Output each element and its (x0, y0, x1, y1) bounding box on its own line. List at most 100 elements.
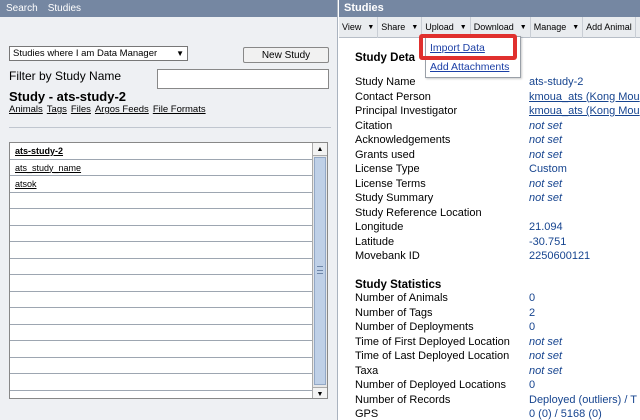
list-item[interactable] (10, 226, 313, 242)
detail-value: Custom (529, 163, 567, 175)
caret-down-icon: ▼ (519, 23, 527, 31)
detail-key: Movebank ID (355, 250, 420, 262)
detail-key: Acknowledgements (355, 134, 451, 146)
studies-list-panel: Search Studies Studies where I am Data M… (0, 0, 338, 420)
detail-row: Study Name ats-study-2 (355, 76, 640, 90)
detail-row: Time of First Deployed Location not set (355, 336, 640, 350)
add-animal-button[interactable]: Add Animal (583, 16, 636, 38)
detail-key: Study Name (355, 76, 416, 88)
detail-key: Contact Person (355, 90, 431, 103)
study-statistics-heading: Study Statistics (355, 279, 442, 291)
grip-icon (317, 266, 323, 274)
list-item[interactable] (10, 374, 313, 391)
tags-link[interactable]: Tags (47, 104, 67, 115)
study-details-heading: Study Deta (355, 52, 416, 64)
list-item[interactable] (10, 308, 313, 325)
detail-row: Number of Records Deployed (outliers) / T (355, 394, 640, 408)
list-item-label: ats_study_name (15, 162, 82, 173)
detail-row: Contact Person kmoua_ats (Kong Mou (355, 91, 640, 105)
list-item[interactable]: ats_study_name (10, 160, 313, 176)
add-animal-label: Add Animal (586, 22, 632, 32)
detail-key: License Type (355, 163, 420, 175)
download-menu-label: Download (473, 22, 514, 32)
study-sublinks: Animals Tags Files Argos Feeds File Form… (9, 104, 206, 115)
detail-value: 0 (529, 292, 536, 304)
scroll-up-icon[interactable]: ▲ (313, 143, 327, 156)
caret-down-icon: ▼ (459, 23, 467, 31)
detail-row: Movebank ID 2250600121 (355, 250, 640, 264)
scroll-thumb[interactable] (314, 157, 326, 385)
top-nav: Search Studies (0, 0, 337, 17)
detail-value: not set (529, 177, 563, 190)
detail-row: Number of Deployed Locations 0 (355, 379, 640, 393)
list-item[interactable] (10, 193, 313, 209)
list-item[interactable] (10, 341, 313, 358)
detail-key: Longitude (355, 221, 404, 233)
chevron-down-icon: ▼ (176, 49, 184, 58)
detail-row: Latitude -30.751 (355, 236, 640, 250)
detail-value[interactable]: kmoua_ats (Kong Mou (529, 91, 640, 103)
panel-header: Studies (339, 0, 640, 17)
detail-value: ats-study-2 (529, 76, 584, 88)
upload-menu-label: Upload (425, 22, 454, 32)
list-item-label: ats-study-2 (15, 146, 64, 156)
detail-key: Grants used (355, 148, 415, 161)
argos-feeds-link[interactable]: Argos Feeds (95, 104, 149, 115)
detail-row: Taxa not set (355, 365, 640, 379)
manage-menu-label: Manage (533, 22, 567, 32)
filter-label: Filter by Study Name (9, 69, 122, 83)
detail-value: not set (529, 119, 563, 132)
share-menu[interactable]: Share ▼ (378, 16, 423, 38)
list-item[interactable] (10, 358, 313, 374)
detail-value: Deployed (outliers) / T (529, 393, 638, 406)
caret-down-icon: ▼ (367, 23, 375, 31)
detail-value: 0 (529, 321, 536, 333)
list-scrollbar[interactable]: ▲ ▼ (312, 143, 327, 398)
list-item[interactable]: ats-study-2 (10, 143, 313, 160)
detail-value[interactable]: kmoua_ats (Kong Mou (529, 105, 640, 117)
nav-studies-link[interactable]: Studies (48, 3, 81, 17)
detail-value: 0 (0) / 5168 (0) (529, 408, 602, 420)
detail-key: License Terms (355, 177, 426, 190)
detail-value: not set (529, 350, 563, 362)
detail-row: License Terms not set (355, 178, 640, 192)
list-item[interactable] (10, 325, 313, 341)
filter-study-name-input[interactable] (157, 69, 329, 89)
study-list-rows: ats-study-2 ats_study_nameatsok (10, 143, 313, 398)
list-item[interactable] (10, 209, 313, 226)
detail-key: Taxa (355, 364, 379, 377)
detail-row: License Type Custom (355, 163, 640, 177)
view-menu[interactable]: View ▼ (339, 16, 379, 38)
detail-value: not set (529, 134, 563, 146)
detail-value: 2250600121 (529, 250, 591, 262)
detail-key: Study Summary (355, 192, 434, 204)
animals-link[interactable]: Animals (9, 104, 43, 115)
detail-row: Grants used not set (355, 149, 640, 163)
detail-value: not set (529, 364, 563, 377)
caret-down-icon: ▼ (411, 23, 419, 31)
list-item[interactable] (10, 259, 313, 275)
scroll-down-icon[interactable]: ▼ (313, 387, 327, 398)
share-menu-label: Share (381, 22, 406, 32)
detail-row: Longitude 21.094 (355, 221, 640, 235)
divider (9, 127, 331, 128)
manage-menu[interactable]: Manage ▼ (531, 16, 584, 38)
list-item[interactable] (10, 292, 313, 308)
detail-key: Principal Investigator (355, 105, 458, 117)
study-scope-select[interactable]: Studies where I am Data Manager ▼ (9, 46, 188, 61)
detail-key: Time of First Deployed Location (355, 335, 510, 348)
list-item[interactable]: atsok (10, 176, 313, 193)
file-formats-link[interactable]: File Formats (153, 104, 206, 115)
nav-search-link[interactable]: Search (6, 3, 38, 17)
list-item[interactable] (10, 275, 313, 292)
view-menu-label: View (342, 22, 362, 32)
add-attachments-item[interactable]: Add Attachments (430, 61, 509, 73)
list-item[interactable] (10, 242, 313, 259)
new-study-button[interactable]: New Study (243, 47, 329, 63)
detail-row: GPS 0 (0) / 5168 (0) (355, 408, 640, 420)
study-scope-value: Studies where I am Data Manager (13, 48, 158, 59)
files-link[interactable]: Files (71, 104, 91, 115)
detail-key: Number of Records (355, 393, 451, 406)
detail-key: Number of Deployed Locations (355, 379, 507, 391)
study-list: ats-study-2 ats_study_nameatsok ▲ ▼ (9, 142, 328, 399)
